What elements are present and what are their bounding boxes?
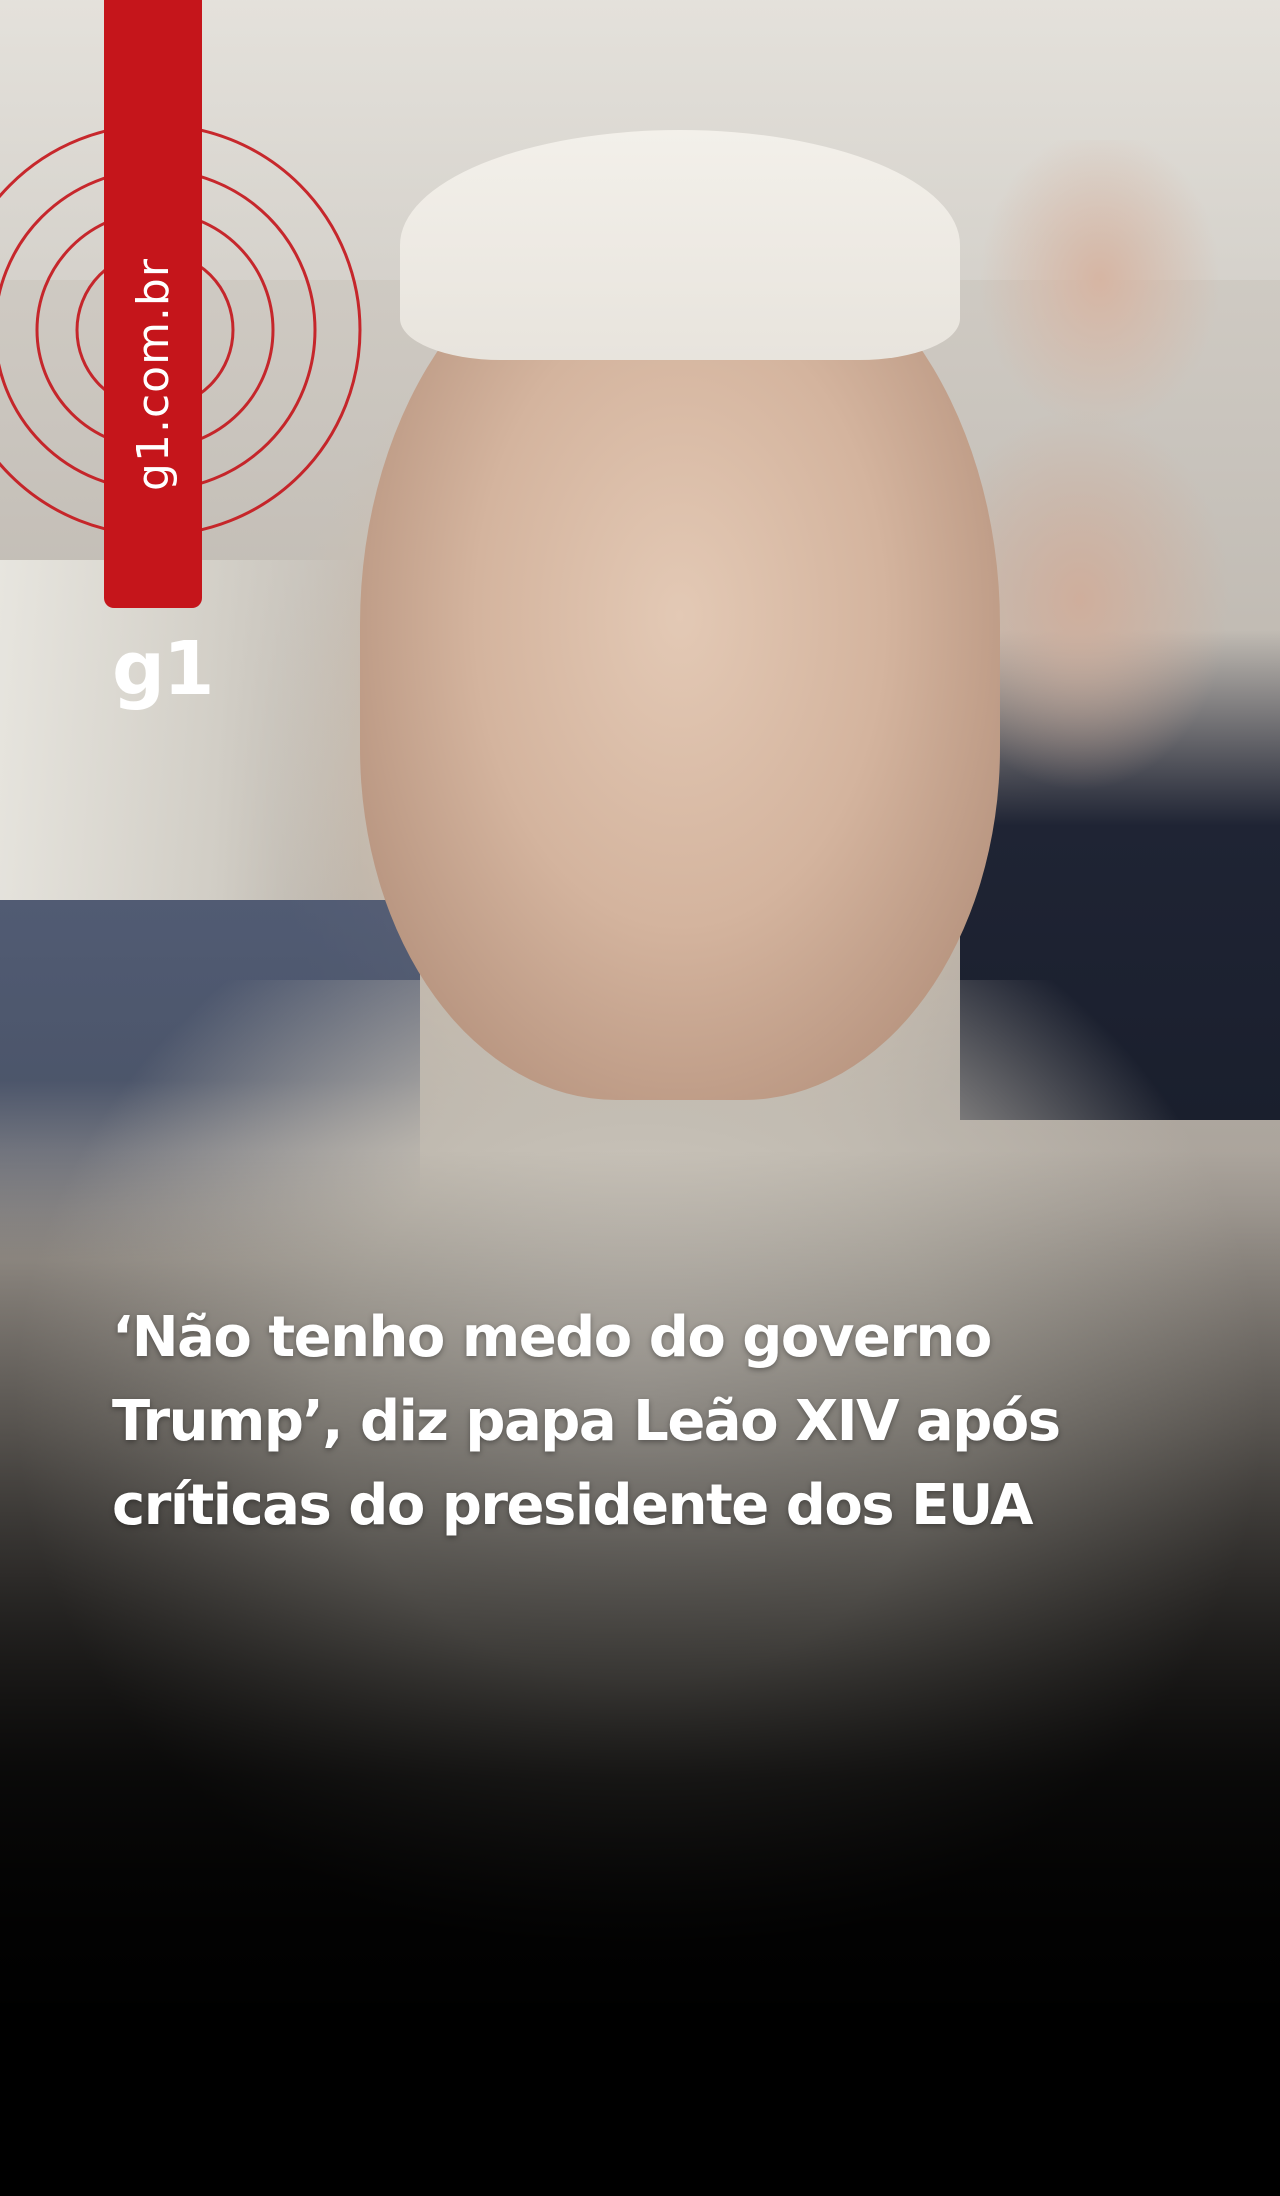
site-url-tag: g1.com.br: [104, 0, 202, 608]
airplane-cabin-windows: [0, 560, 360, 900]
video-frame: g1.com.br g1 ‘Não tenho medo do governo …: [0, 0, 1280, 2196]
g1-logo: g1: [112, 626, 214, 712]
headline-line-2: Trump’, diz papa Leão XIV após: [112, 1389, 1061, 1454]
background-people: [960, 140, 1280, 1120]
headline-line-3: críticas do presidente dos EUA: [112, 1473, 1033, 1538]
headline: ‘Não tenho medo do governo Trump’, diz p…: [112, 1296, 1212, 1548]
white-zucchetto: [400, 130, 960, 360]
site-url-text: g1.com.br: [127, 257, 179, 491]
headline-line-1: ‘Não tenho medo do governo: [112, 1305, 992, 1370]
